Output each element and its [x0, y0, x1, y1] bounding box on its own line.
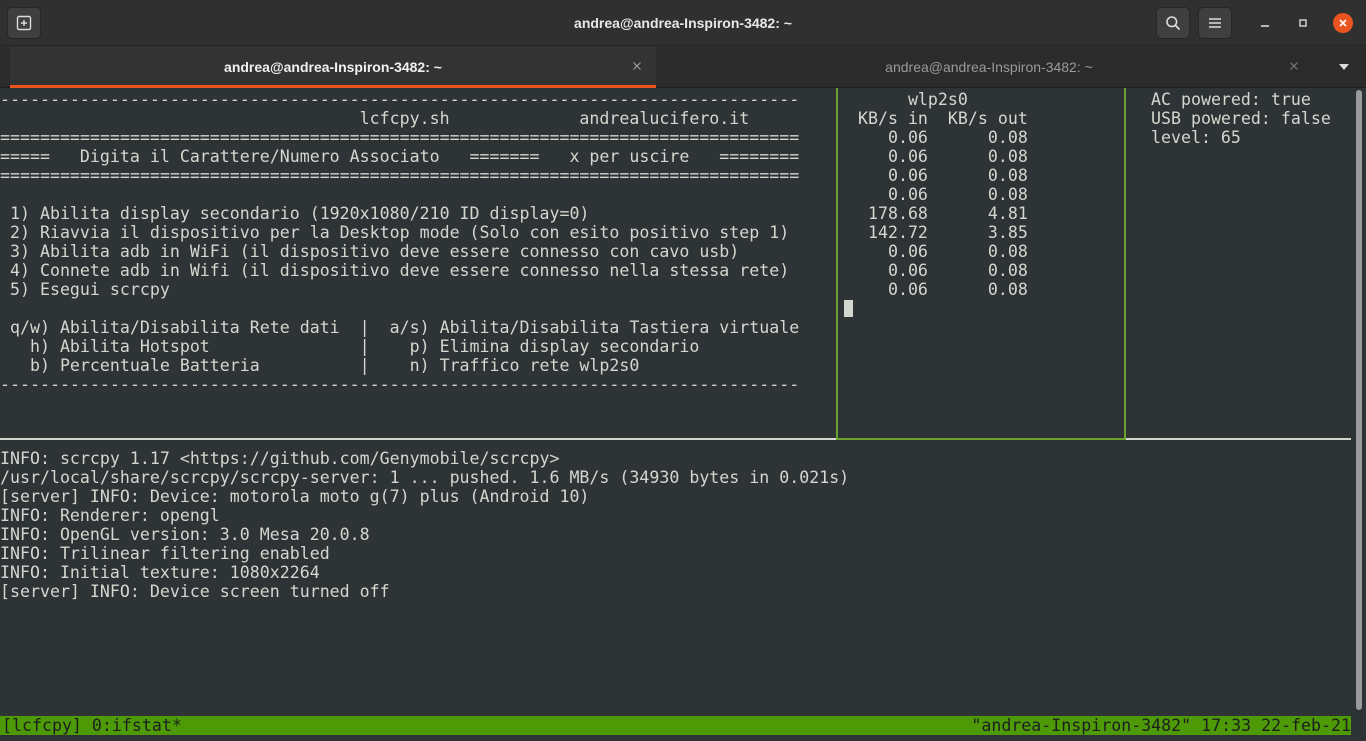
menu-line: 3) Abilita adb in WiFi (il dispositivo d… [0, 242, 740, 261]
menu-line: ========================================… [0, 128, 800, 147]
chevron-down-icon [1339, 64, 1349, 70]
new-tab-icon [16, 15, 32, 31]
ifstat-line: 0.06 0.08 [848, 185, 1028, 204]
close-icon [1339, 19, 1347, 27]
hamburger-icon [1209, 18, 1221, 28]
maximize-icon [1299, 19, 1307, 27]
search-icon [1166, 16, 1181, 31]
active-pane-divider [836, 438, 1126, 440]
power-line: level: 65 [1151, 128, 1241, 147]
log-line: INFO: Renderer: opengl [0, 506, 220, 525]
tab-list-button[interactable] [1334, 59, 1354, 75]
tab-terminal-2[interactable]: andrea@andrea-Inspiron-3482: ~ [663, 47, 1315, 88]
tab-label: andrea@andrea-Inspiron-3482: ~ [224, 59, 442, 75]
ifstat-pane[interactable]: wlp2s0 KB/s in KB/s out 0.06 0.08 0.06 0… [836, 88, 1126, 440]
tab-terminal-1[interactable]: andrea@andrea-Inspiron-3482: ~ [10, 47, 656, 88]
close-icon [1290, 62, 1298, 70]
menu-line: 1) Abilita display secondario (1920x1080… [0, 204, 590, 223]
new-tab-button[interactable] [7, 7, 41, 39]
power-pane[interactable]: AC powered: true USB powered: false leve… [1131, 88, 1351, 438]
tab-bar: andrea@andrea-Inspiron-3482: ~ andrea@an… [0, 47, 1366, 88]
title-bar: andrea@andrea-Inspiron-3482: ~ [0, 0, 1366, 46]
menu-line: b) Percentuale Batteria | n) Traffico re… [0, 356, 640, 375]
ifstat-line: wlp2s0 [848, 90, 968, 109]
tab-close-button[interactable] [1286, 58, 1302, 74]
minimize-icon [1261, 25, 1269, 27]
tmux-host-clock: "andrea-Inspiron-3482" 17:33 22-feb-21 [971, 716, 1351, 735]
log-line: INFO: Trilinear filtering enabled [0, 544, 330, 563]
power-line: AC powered: true [1151, 90, 1311, 109]
log-line: INFO: OpenGL version: 3.0 Mesa 20.0.8 [0, 525, 370, 544]
menu-line: q/w) Abilita/Disabilita Rete dati | a/s)… [0, 318, 800, 337]
menu-line: 2) Riavvia il dispositivo per la Desktop… [0, 223, 790, 242]
search-button[interactable] [1156, 7, 1190, 39]
menu-line: ========================================… [0, 166, 800, 185]
menu-line: h) Abilita Hotspot | p) Elimina display … [0, 337, 700, 356]
pane-divider[interactable] [0, 438, 1351, 440]
ifstat-line: 0.06 0.08 [848, 261, 1028, 280]
ifstat-line: 178.68 4.81 [848, 204, 1028, 223]
menu-line: 5) Esegui scrcpy [0, 280, 170, 299]
menu-pane[interactable]: ----------------------------------------… [0, 88, 834, 438]
ifstat-line: KB/s in KB/s out [848, 109, 1028, 128]
maximize-button[interactable] [1294, 14, 1312, 32]
close-button[interactable] [1333, 13, 1353, 33]
menu-line: ===== Digita il Carattere/Numero Associa… [0, 147, 800, 166]
log-line: /usr/local/share/scrcpy/scrcpy-server: 1… [0, 468, 850, 487]
menu-line: ----------------------------------------… [0, 90, 800, 109]
ifstat-line: 142.72 3.85 [848, 223, 1028, 242]
minimize-button[interactable] [1256, 14, 1274, 32]
tmux-session-window[interactable]: [lcfcpy] 0:ifstat* [2, 716, 182, 735]
terminal-area[interactable]: ----------------------------------------… [0, 88, 1366, 741]
close-icon [633, 62, 641, 70]
ifstat-line: 0.06 0.08 [848, 242, 1028, 261]
menu-line: lcfcpy.sh andrealucifero.it [0, 109, 750, 128]
scrcpy-log-pane[interactable]: INFO: scrcpy 1.17 <https://github.com/Ge… [0, 441, 1351, 716]
tmux-status-bar: [lcfcpy] 0:ifstat* "andrea-Inspiron-3482… [0, 716, 1351, 735]
tab-label: andrea@andrea-Inspiron-3482: ~ [885, 59, 1093, 75]
menu-line: 4) Connete adb in Wifi (il dispositivo d… [0, 261, 790, 280]
tab-close-button[interactable] [629, 58, 645, 74]
log-line: INFO: Initial texture: 1080x2264 [0, 563, 320, 582]
ifstat-line: 0.06 0.08 [848, 128, 1028, 147]
ifstat-line: 0.06 0.08 [848, 280, 1028, 299]
ifstat-line: 0.06 0.08 [848, 166, 1028, 185]
menu-line: ----------------------------------------… [0, 375, 800, 394]
menu-button[interactable] [1198, 7, 1232, 39]
log-line: [server] INFO: Device screen turned off [0, 582, 390, 601]
log-line: [server] INFO: Device: motorola moto g(7… [0, 487, 590, 506]
terminal-cursor [844, 300, 853, 317]
log-line: INFO: scrcpy 1.17 <https://github.com/Ge… [0, 449, 560, 468]
terminal-scrollbar[interactable] [1356, 90, 1362, 710]
power-line: USB powered: false [1151, 109, 1331, 128]
ifstat-line: 0.06 0.08 [848, 147, 1028, 166]
